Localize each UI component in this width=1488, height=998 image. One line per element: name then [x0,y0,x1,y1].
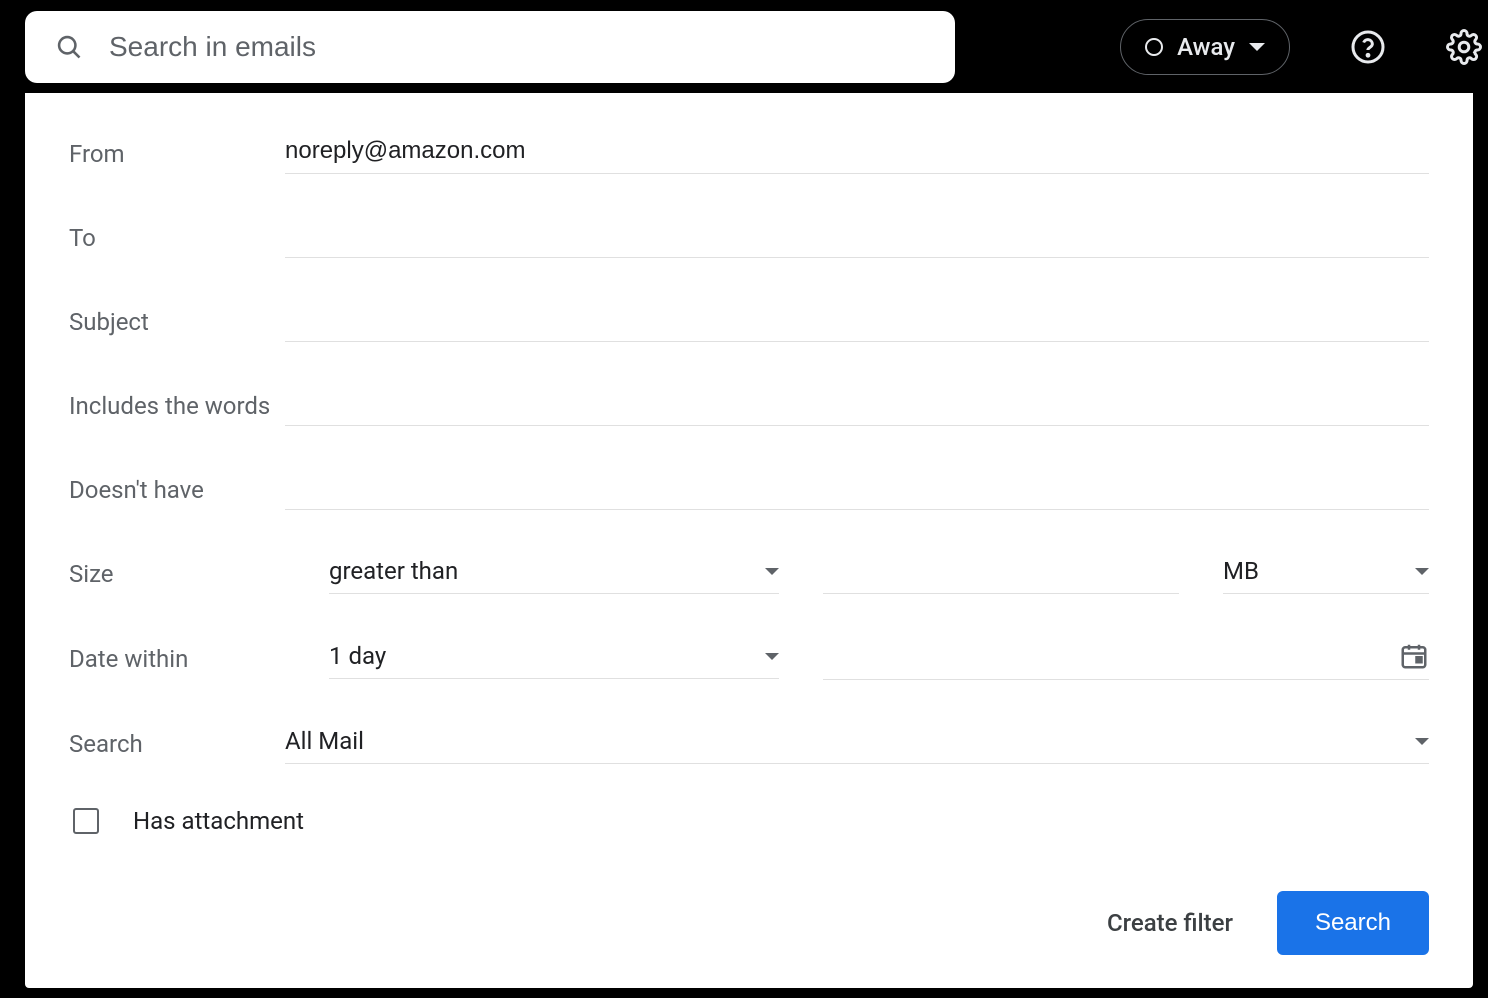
gear-icon[interactable] [1446,29,1482,65]
label-search-scope: Search [69,730,285,758]
label-to: To [69,224,285,252]
from-field[interactable] [285,133,1429,174]
doesnt-have-field[interactable] [285,469,1429,510]
subject-field[interactable] [285,301,1429,342]
date-range-value: 1 day [329,642,386,670]
help-icon[interactable] [1350,29,1386,65]
search-icon [55,33,83,61]
status-circle-icon [1145,38,1163,56]
label-size: Size [69,560,285,588]
top-bar: Away [0,0,1488,93]
label-has-attachment: Has attachment [133,807,304,835]
row-has-attachment: Has attachment [69,807,1429,835]
chevron-down-icon [1415,738,1429,745]
chevron-down-icon [765,653,779,660]
row-search-scope: Search All Mail [69,723,1429,764]
to-field[interactable] [285,217,1429,258]
date-range-select[interactable]: 1 day [329,638,779,679]
label-doesnt-have: Doesn't have [69,476,285,504]
label-from: From [69,140,285,168]
row-size: Size greater than MB [69,553,1429,594]
search-scope-value: All Mail [285,727,364,755]
label-subject: Subject [69,308,285,336]
create-filter-button[interactable]: Create filter [1107,909,1233,937]
search-input[interactable] [109,31,925,63]
includes-field[interactable] [285,385,1429,426]
has-attachment-checkbox[interactable] [73,808,99,834]
date-value-field[interactable] [823,637,1429,680]
size-comparator-value: greater than [329,557,458,585]
search-button[interactable]: Search [1277,891,1429,955]
label-date-within: Date within [69,645,285,673]
search-scope-select[interactable]: All Mail [285,723,1429,764]
calendar-icon [1399,641,1429,671]
chevron-down-icon [765,568,779,575]
size-comparator-select[interactable]: greater than [329,553,779,594]
chevron-down-icon [1249,43,1265,51]
row-from: From [69,133,1429,174]
row-subject: Subject [69,301,1429,342]
button-row: Create filter Search [69,891,1429,955]
size-value-field[interactable] [823,553,1179,594]
size-unit-value: MB [1223,557,1259,585]
status-label: Away [1177,33,1235,61]
row-doesnt-have: Doesn't have [69,469,1429,510]
row-includes: Includes the words [69,385,1429,426]
label-includes: Includes the words [69,392,285,420]
row-to: To [69,217,1429,258]
advanced-search-panel: From To Subject Includes the words Doesn… [25,93,1473,988]
size-unit-select[interactable]: MB [1223,553,1429,594]
search-box[interactable] [25,11,955,83]
status-pill[interactable]: Away [1120,19,1290,75]
row-date-within: Date within 1 day [69,637,1429,680]
chevron-down-icon [1415,568,1429,575]
